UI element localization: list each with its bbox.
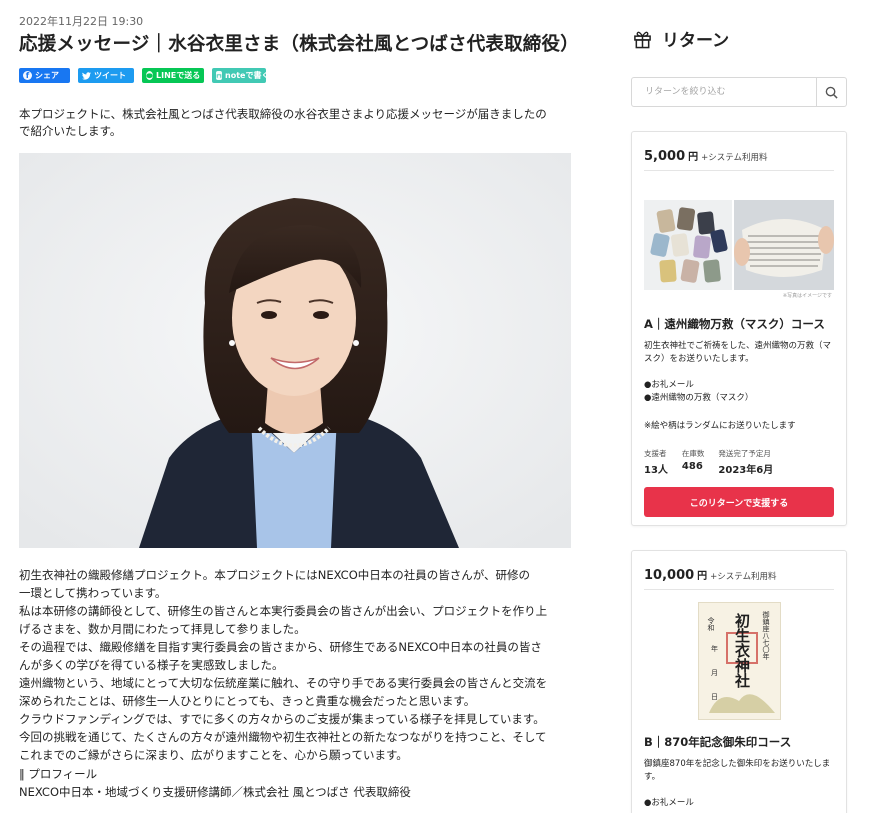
- returns-heading: リターン: [633, 26, 729, 51]
- stat-value: 2023年6月: [718, 465, 774, 476]
- note-share-label: noteで書く: [225, 71, 270, 80]
- article-body: 初生衣神社の織殿修繕プロジェクト。本プロジェクトにはNEXCO中日本の社員の皆さ…: [19, 566, 579, 765]
- mask-closeup-photo: [734, 200, 834, 290]
- reward-price: 10,000 円 +システム利用料: [644, 564, 777, 583]
- reward-item: ●お礼メール: [644, 798, 694, 808]
- portrait-illustration: [19, 153, 571, 548]
- reward-card[interactable]: 5,000 円 +システム利用料 ※写真はイメージです A｜遠州織物万救（マスク…: [631, 131, 847, 526]
- reward-item: ●お礼メール: [644, 380, 694, 390]
- body-line: これまでのご縁がさらに深まり、広がりますことを、心から願っています。: [19, 748, 408, 763]
- returns-title: リターン: [662, 31, 730, 51]
- profile-section: ‖ プロフィール NEXCO中日本・地域づくり支援研修講師／株式会社 風とつばさ…: [19, 766, 411, 801]
- stamp-date-day: 日: [711, 693, 718, 701]
- search-button[interactable]: [816, 78, 846, 106]
- twitter-share-button[interactable]: ツイート: [78, 68, 134, 83]
- return-search-input[interactable]: [632, 78, 816, 106]
- body-line: 今回の挑戦を通じて、たくさんの方々が遠州織物や初生衣神社との新たなつながりを持つ…: [19, 730, 547, 745]
- price-amount: 10,000: [644, 568, 695, 583]
- image-caption: ※写真はイメージです: [782, 293, 832, 299]
- twitter-share-label: ツイート: [94, 71, 126, 80]
- article-intro: 本プロジェクトに、株式会社風とつばさ代表取締役の水谷衣里さまより応援メッセージが…: [19, 106, 572, 140]
- body-line: クラウドファンディングでは、すでに多くの方々からのご支援が集まっている様子を拝見…: [19, 712, 545, 727]
- reward-name: B｜870年記念御朱印コース: [644, 735, 792, 749]
- body-line: 遠州織物という、地域にとって大切な伝統産業に触れ、その守り手である実行委員会の皆…: [19, 676, 548, 691]
- reward-items: ●お礼メール: [644, 797, 836, 810]
- body-line: 初生衣神社の織殿修繕プロジェクト。本プロジェクトにはNEXCO中日本の社員の皆さ…: [19, 568, 531, 582]
- body-line: げるさまを、数か月間にわたって拝見して参りました。: [19, 622, 306, 637]
- stat-label: 在庫数: [681, 449, 705, 458]
- reward-items: ●お礼メール ●遠州織物の万救（マスク）: [644, 379, 836, 405]
- price-yen: 円: [697, 571, 708, 582]
- body-line: その過程では、織殿修繕を目指す実行委員会の皆さまから、研修生であるNEXCO中日…: [19, 640, 542, 655]
- system-fee-label: +システム利用料: [701, 153, 768, 163]
- note-icon: [216, 71, 222, 80]
- stat-value: 486: [681, 461, 703, 472]
- line-icon: [146, 71, 153, 80]
- price-yen: 円: [688, 152, 699, 163]
- stamp-date-month: 月: [711, 669, 718, 677]
- gift-icon: [634, 31, 651, 48]
- intro-line: で紹介いたします。: [19, 124, 122, 138]
- facebook-icon: f: [23, 71, 32, 80]
- reward-stats: 支援者 13人 在庫数 486 発送完了予定月 2023年6月: [644, 448, 773, 476]
- reward-price: 5,000 円 +システム利用料: [644, 145, 768, 164]
- stamp-top-text: 御鎮座八七〇年: [762, 610, 770, 661]
- reward-description: 御鎮座870年を記念した御朱印をお送りいたします。: [644, 759, 831, 782]
- system-fee-label: +システム利用料: [710, 572, 777, 582]
- goshuin-image: 御鎮座八七〇年 初生衣神社 令和 年 月 日: [698, 602, 781, 720]
- twitter-bird-icon: [82, 71, 91, 80]
- stat-label: 発送完了予定月: [718, 449, 771, 458]
- stamp-date-reiwa: 令和: [707, 616, 715, 632]
- intro-line: 本プロジェクトに、株式会社風とつばさ代表取締役の水谷衣里さまより応援メッセージが…: [19, 107, 547, 121]
- portrait-photo: [19, 153, 571, 548]
- price-amount: 5,000: [644, 149, 686, 164]
- body-line: んが多くの学びを得ている様子を実感致しました。: [19, 658, 284, 673]
- line-share-label: LINEで送る: [156, 71, 201, 80]
- body-line: 私は本研修の講師役として、研修生の皆さんと本実行委員会の皆さんが出会い、プロジェ…: [19, 604, 548, 619]
- delivery-stat: 発送完了予定月 2023年6月: [718, 448, 773, 476]
- supporters-stat: 支援者 13人: [644, 448, 668, 476]
- mask-assortment-photo: [644, 200, 732, 290]
- search-icon: [825, 86, 838, 99]
- reward-name: A｜遠州織物万救（マスク）コース: [644, 317, 825, 331]
- facebook-share-button[interactable]: f シェア: [19, 68, 70, 83]
- facebook-share-label: シェア: [35, 71, 59, 80]
- support-this-return-button[interactable]: このリターンで支援する: [644, 487, 834, 517]
- reward-note: ※絵や柄はランダムにお送りいたします: [644, 421, 796, 431]
- reward-card[interactable]: 10,000 円 +システム利用料 御鎮座八七〇年 初生衣神社 令和 年 月 日 B…: [631, 550, 847, 813]
- reward-item: ●遠州織物の万救（マスク）: [644, 393, 754, 403]
- note-share-button[interactable]: noteで書く: [212, 68, 270, 83]
- share-buttons: f シェア ツイート LINEで送る noteで書く: [19, 68, 270, 83]
- body-line: 深められたことは、研修生一人ひとりにとっても、きっと貴重な機会だったと思います。: [19, 694, 476, 709]
- divider: [644, 589, 834, 590]
- stamp-main-text: 初生衣神社: [733, 612, 751, 689]
- article-title: 応援メッセージ｜水谷衣里さま（株式会社風とつばさ代表取締役）: [19, 34, 579, 55]
- stock-stat: 在庫数 486: [682, 448, 705, 476]
- stat-label: 支援者: [644, 449, 667, 458]
- stamp-date-year: 年: [711, 644, 718, 653]
- profile-heading: ‖ プロフィール: [19, 767, 98, 781]
- divider: [644, 170, 834, 171]
- return-search: [631, 77, 847, 107]
- article-date: 2022年11月22日 19:30: [19, 15, 144, 28]
- reward-description: 初生衣神社でご祈祷をした、遠州織物の万救（マスク）をお送りいたします。: [644, 341, 832, 364]
- profile-text: NEXCO中日本・地域づくり支援研修講師／株式会社 風とつばさ 代表取締役: [19, 784, 411, 799]
- stat-value: 13人: [644, 465, 668, 476]
- body-line: 一環として携わっています。: [19, 586, 167, 601]
- reward-image: [644, 200, 834, 290]
- line-share-button[interactable]: LINEで送る: [142, 68, 204, 83]
